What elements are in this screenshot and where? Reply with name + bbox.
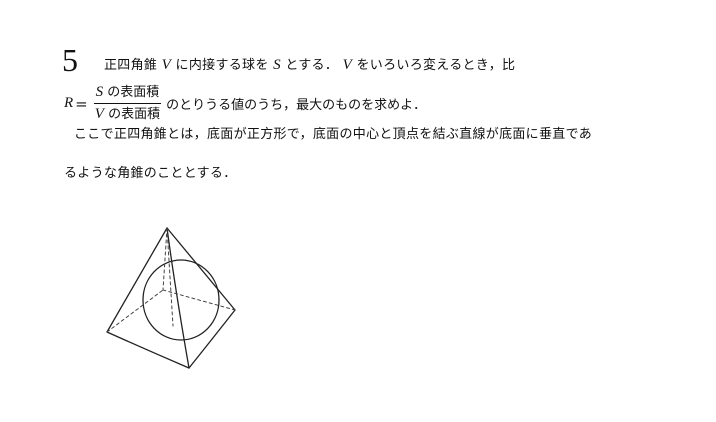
pyramid-hidden-base-right xyxy=(162,289,236,311)
text-segment: とする． xyxy=(285,58,339,73)
numerator-text: の表面積 xyxy=(107,85,160,100)
pyramid-base-front-right xyxy=(188,309,236,369)
equals-sign: = xyxy=(75,94,88,113)
variable-s: S xyxy=(273,57,281,73)
pyramid-edge-front xyxy=(166,227,190,369)
ratio-formula: R = S の表面積 V の表面積 のとりうる値のうち，最大のものを求めよ． xyxy=(64,84,426,123)
problem-line-3: ここで正四角錐とは，底面が正方形で，底面の中心と頂点を結ぶ直線が底面に垂直であ xyxy=(74,127,593,142)
inscribed-sphere xyxy=(142,259,220,341)
pyramid-hidden-axis xyxy=(166,227,174,327)
variable-r: R xyxy=(64,95,74,111)
text-segment: に内接する球を xyxy=(175,58,269,73)
pyramid-edge-left xyxy=(106,227,168,333)
pyramid-base-front-left xyxy=(106,331,190,369)
pyramid-hidden-edge xyxy=(162,227,168,291)
problem-line-4: るような角錐のこととする． xyxy=(64,166,237,181)
variable-v: V xyxy=(342,57,353,73)
pyramid-sphere-figure xyxy=(106,227,236,369)
fraction: S の表面積 V の表面積 xyxy=(93,84,162,123)
text-segment: をいろいろ変えるとき，比 xyxy=(356,58,516,73)
pyramid-hidden-base-left xyxy=(106,289,164,333)
fraction-numerator: S の表面積 xyxy=(93,84,162,104)
problem-line-1: 正四角錐 V に内接する球を S とする． V をいろいろ変えるとき，比 xyxy=(104,56,515,75)
text-segment: 正四角錐 xyxy=(104,58,158,73)
formula-tail: のとりうる値のうち，最大のものを求めよ． xyxy=(166,98,427,113)
variable-v: V xyxy=(161,57,172,73)
problem-number: 5 xyxy=(62,42,78,78)
fraction-denominator: V の表面積 xyxy=(93,104,162,123)
variable-s: S xyxy=(95,84,104,100)
variable-v: V xyxy=(94,106,104,122)
denominator-text: の表面積 xyxy=(108,107,161,122)
